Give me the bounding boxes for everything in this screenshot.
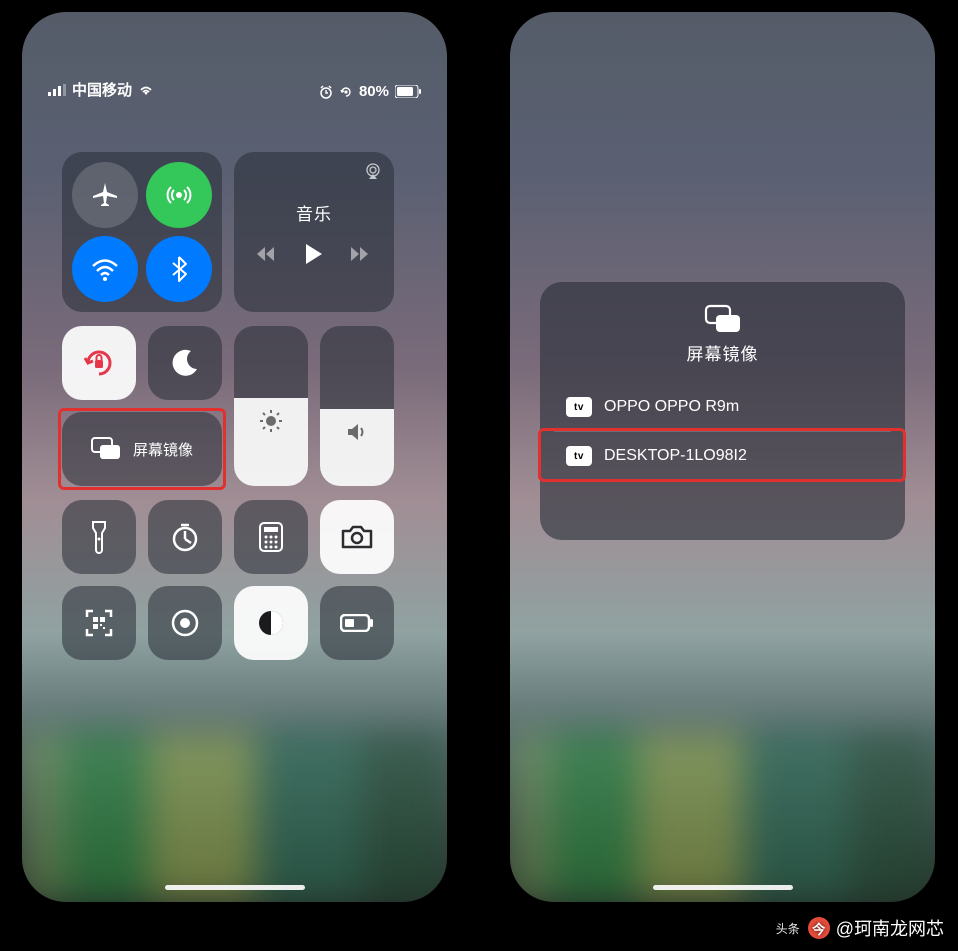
brightness-slider[interactable] bbox=[234, 326, 308, 486]
orientation-lock-icon bbox=[80, 344, 118, 382]
low-power-tile[interactable] bbox=[320, 586, 394, 660]
calculator-tile[interactable] bbox=[234, 500, 308, 574]
media-tile[interactable]: 音乐 bbox=[234, 152, 394, 312]
brightness-icon bbox=[258, 408, 284, 434]
qr-icon bbox=[84, 608, 114, 638]
dark-mode-icon bbox=[255, 607, 287, 639]
mirror-device-row[interactable]: tv OPPO OPPO R9m bbox=[554, 383, 891, 431]
dock-glow bbox=[22, 732, 447, 902]
wifi-icon bbox=[89, 253, 121, 285]
bluetooth-icon bbox=[164, 254, 194, 284]
timer-icon bbox=[169, 521, 201, 553]
battery-icon bbox=[395, 85, 421, 98]
orientation-lock-tile[interactable] bbox=[62, 326, 136, 400]
signal-icon bbox=[48, 84, 66, 96]
forward-button[interactable] bbox=[350, 246, 372, 262]
wifi-toggle[interactable] bbox=[72, 236, 138, 302]
shortcuts-grid bbox=[62, 500, 394, 660]
cellular-data-toggle[interactable] bbox=[146, 162, 212, 228]
mirror-device-name: DESKTOP-1LO98I2 bbox=[604, 447, 747, 465]
flashlight-icon bbox=[89, 520, 109, 554]
bluetooth-toggle[interactable] bbox=[146, 236, 212, 302]
camera-tile[interactable] bbox=[320, 500, 394, 574]
airplane-mode-toggle[interactable] bbox=[72, 162, 138, 228]
orientation-lock-mini-icon bbox=[339, 85, 353, 99]
calculator-icon bbox=[258, 521, 284, 553]
qr-scan-tile[interactable] bbox=[62, 586, 136, 660]
watermark-prefix: 头条 bbox=[776, 920, 800, 937]
alarm-icon bbox=[319, 85, 333, 99]
status-bar: 中国移动 80% bbox=[22, 12, 447, 108]
do-not-disturb-tile[interactable] bbox=[148, 326, 222, 400]
airplane-icon bbox=[90, 180, 120, 210]
phone-mirror-list: 屏幕镜像 tv OPPO OPPO R9m tv DESKTOP-1LO98I2 bbox=[510, 12, 935, 902]
moon-icon bbox=[169, 347, 201, 379]
media-title: 音乐 bbox=[296, 200, 332, 225]
appletv-icon: tv bbox=[566, 446, 592, 466]
wifi-icon bbox=[138, 84, 154, 96]
timer-tile[interactable] bbox=[148, 500, 222, 574]
screen-mirroring-label: 屏幕镜像 bbox=[133, 439, 193, 460]
dark-mode-tile[interactable] bbox=[234, 586, 308, 660]
rewind-button[interactable] bbox=[256, 246, 278, 262]
volume-icon bbox=[344, 419, 370, 445]
home-indicator[interactable] bbox=[653, 885, 793, 890]
home-indicator[interactable] bbox=[165, 885, 305, 890]
mirror-device-name: OPPO OPPO R9m bbox=[604, 398, 739, 416]
carrier-label: 中国移动 bbox=[72, 79, 132, 100]
mirror-panel-title: 屏幕镜像 bbox=[554, 340, 891, 365]
connectivity-tile[interactable] bbox=[62, 152, 222, 312]
volume-slider[interactable] bbox=[320, 326, 394, 486]
watermark-author: @珂南龙网芯 bbox=[836, 915, 944, 941]
airplay-audio-icon[interactable] bbox=[364, 162, 382, 180]
screen-record-tile[interactable] bbox=[148, 586, 222, 660]
low-power-icon bbox=[340, 614, 374, 632]
screen-mirroring-icon bbox=[91, 437, 121, 461]
camera-icon bbox=[340, 524, 374, 550]
watermark: 头条 今 @珂南龙网芯 bbox=[776, 915, 944, 941]
battery-percent: 80% bbox=[359, 83, 389, 100]
appletv-icon: tv bbox=[566, 397, 592, 417]
dock-glow bbox=[510, 732, 935, 902]
record-icon bbox=[169, 607, 201, 639]
mirror-device-row[interactable]: tv DESKTOP-1LO98I2 bbox=[554, 431, 891, 480]
screen-mirroring-panel: 屏幕镜像 tv OPPO OPPO R9m tv DESKTOP-1LO98I2 bbox=[540, 282, 905, 540]
phone-control-center: 中国移动 80% bbox=[22, 12, 447, 902]
screen-mirroring-tile[interactable]: 屏幕镜像 bbox=[62, 412, 222, 486]
watermark-logo: 今 bbox=[808, 917, 830, 939]
play-button[interactable] bbox=[304, 243, 324, 265]
flashlight-tile[interactable] bbox=[62, 500, 136, 574]
cellular-icon bbox=[162, 178, 196, 212]
screen-mirroring-icon bbox=[704, 304, 742, 334]
